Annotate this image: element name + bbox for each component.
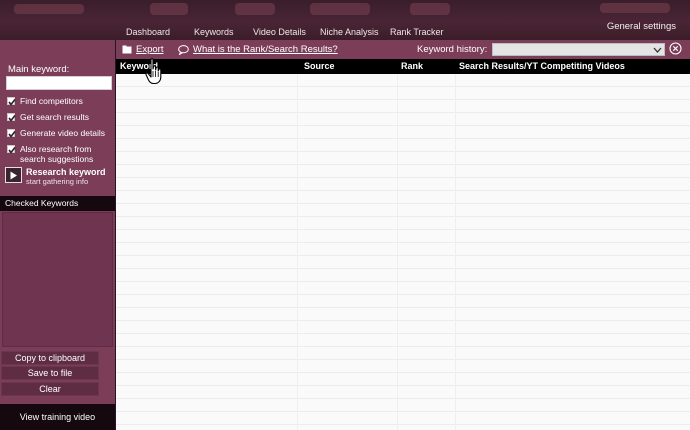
main-keyword-input[interactable]: [6, 76, 112, 90]
checked-keywords-list[interactable]: [2, 212, 113, 347]
view-training-video-button[interactable]: View training video: [0, 404, 115, 430]
keyword-history-select[interactable]: [492, 43, 665, 56]
option-get-search-results[interactable]: Get search results: [7, 112, 89, 122]
tab-rank-tracker[interactable]: Rank Tracker: [390, 27, 444, 37]
main-keyword-label: Main keyword:: [8, 64, 70, 75]
column-header-source[interactable]: Source: [304, 61, 335, 71]
blurred-tab-graphic: [14, 4, 84, 14]
clear-history-icon[interactable]: [669, 42, 682, 55]
results-toolbar: Export What is the Rank/Search Results? …: [116, 40, 690, 59]
keyword-history-label: Keyword history:: [417, 44, 488, 55]
blurred-tab-graphic: [150, 3, 188, 15]
tab-video-details[interactable]: Video Details: [253, 27, 306, 37]
column-header-rank[interactable]: Rank: [401, 61, 423, 71]
checkbox-checked-icon[interactable]: [7, 145, 16, 154]
rank-help-label: What is the Rank/Search Results?: [193, 44, 338, 55]
rank-help-link[interactable]: What is the Rank/Search Results?: [178, 44, 338, 55]
export-icon: [122, 45, 132, 54]
blurred-tab-graphic: [235, 3, 275, 15]
column-divider: [397, 74, 398, 430]
research-keyword-button[interactable]: Research keyword start gathering info: [5, 167, 113, 189]
play-icon: [5, 167, 22, 183]
option-generate-video-details[interactable]: Generate video details: [7, 128, 105, 138]
chevron-down-icon: [653, 47, 662, 53]
tab-keywords[interactable]: Keywords: [194, 27, 234, 37]
results-table-header: Keyword Source Rank Search Results/YT Co…: [116, 59, 690, 74]
column-header-search-results[interactable]: Search Results/YT Competiting Videos: [459, 61, 625, 71]
clear-button[interactable]: Clear: [1, 382, 99, 396]
export-label: Export: [136, 44, 164, 55]
blurred-tab-graphic: [600, 3, 670, 13]
results-table-body[interactable]: [116, 74, 690, 430]
blurred-tab-graphic: [310, 3, 370, 15]
option-research-suggestions[interactable]: Also research from search suggestions: [7, 144, 111, 164]
column-divider: [297, 74, 298, 430]
research-keyword-subtitle: start gathering info: [26, 177, 89, 186]
checkbox-checked-icon[interactable]: [7, 129, 16, 138]
blurred-tab-graphic: [410, 3, 450, 15]
checkbox-checked-icon[interactable]: [7, 113, 16, 122]
option-label: Generate video details: [20, 128, 106, 138]
option-label: Get search results: [20, 112, 89, 122]
tab-niche-analysis[interactable]: Niche Analysis: [320, 27, 379, 37]
option-label: Also research from search suggestions: [20, 144, 94, 164]
checked-keywords-header: Checked Keywords: [0, 196, 115, 211]
left-sidebar: Main keyword: Find competitors Get searc…: [0, 40, 116, 430]
tab-dashboard[interactable]: Dashboard: [126, 27, 170, 37]
option-label: Find competitors: [20, 96, 83, 106]
general-settings-link[interactable]: General settings: [607, 21, 676, 32]
column-divider: [455, 74, 456, 430]
speech-bubble-icon: [178, 44, 189, 55]
research-keyword-title: Research keyword: [26, 167, 106, 177]
option-find-competitors[interactable]: Find competitors: [7, 96, 83, 106]
checkbox-checked-icon[interactable]: [7, 97, 16, 106]
top-navigation-bar: Dashboard Keywords Video Details Niche A…: [0, 0, 690, 40]
export-button[interactable]: Export: [122, 44, 163, 55]
copy-to-clipboard-button[interactable]: Copy to clipboard: [1, 351, 99, 365]
save-to-file-button[interactable]: Save to file: [1, 366, 99, 380]
hand-pointer-icon: [145, 58, 162, 85]
